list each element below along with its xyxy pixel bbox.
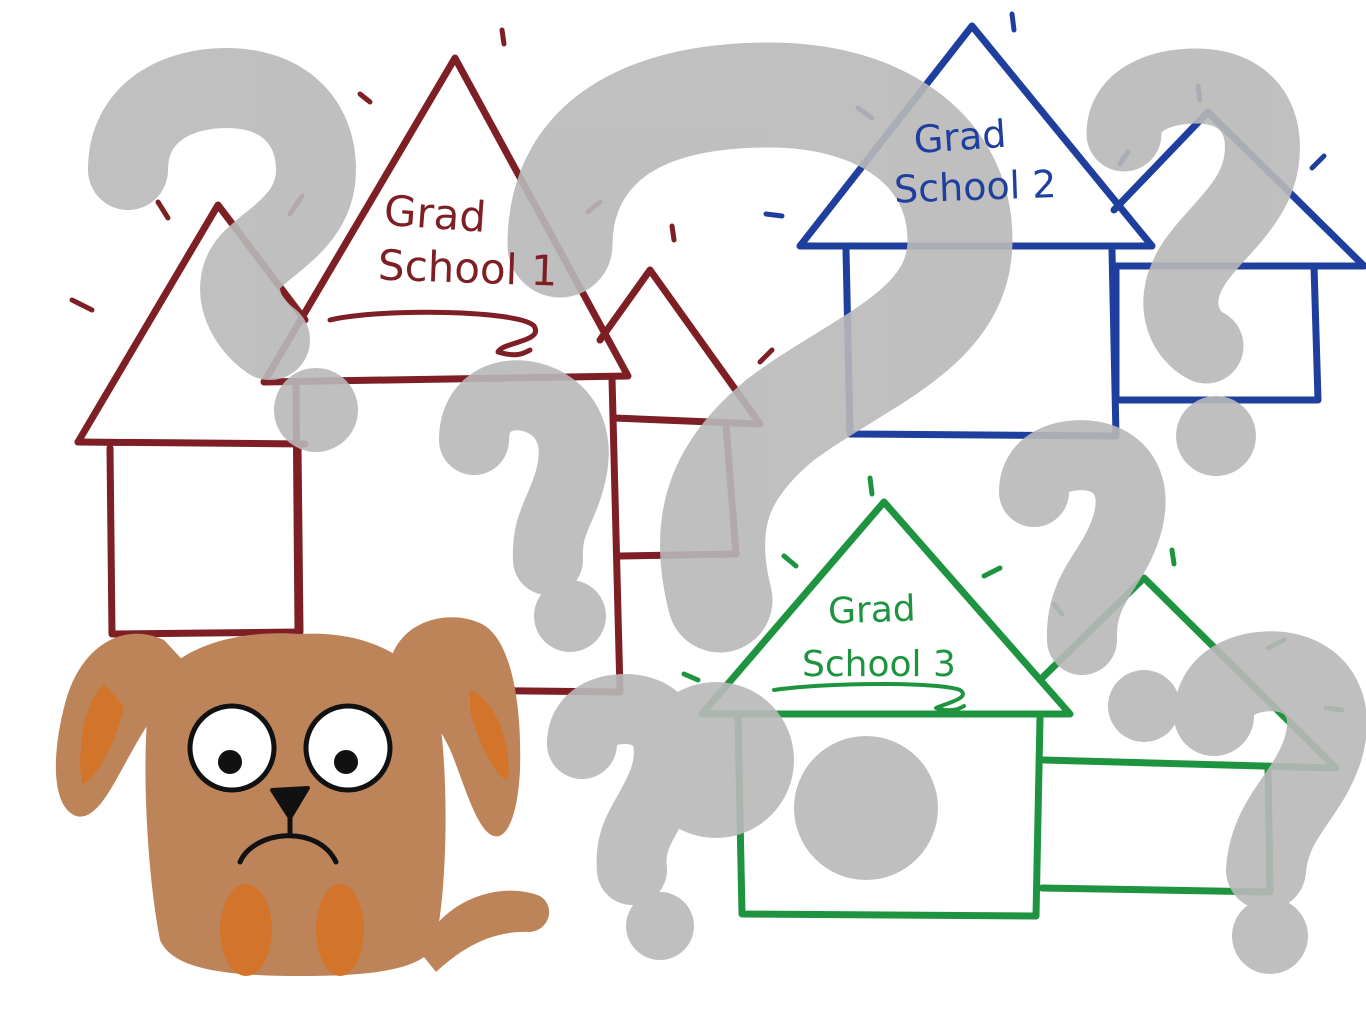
illustration-canvas: Grad School 1 Grad School 2 Grad School … [0,0,1366,1024]
question-mark-icon [1174,631,1366,974]
illustration-svg: Grad School 1 Grad School 2 Grad School … [55,11,1366,976]
gs1-label-line1: Grad [382,186,487,242]
gs1-label-line2: School 1 [377,241,558,296]
dog-foot-right [316,884,364,976]
dog-pupil-left [218,750,242,774]
dog-pupil-right [334,750,358,774]
gs1-left-box [106,442,304,638]
gs1-squiggle [327,309,539,358]
gs3-label-line1: Grad [827,588,916,632]
gs3-label-line2: School 3 [802,644,956,685]
gs3-squiggle [772,682,966,713]
question-mark-dot [794,736,938,880]
question-mark-icon [88,47,358,452]
dog-foot-left [220,884,272,976]
question-mark-icon [1086,48,1300,476]
gs2-label-line2: School 2 [893,162,1057,212]
confused-dog [55,617,550,976]
question-mark-icon [547,674,704,960]
grad-school-3-label: Grad School 3 [802,588,956,685]
dog-eye-right [303,703,393,793]
dog-eye-left [187,703,277,793]
gs2-label-line1: Grad [912,112,1007,162]
question-mark-icon [439,360,609,652]
